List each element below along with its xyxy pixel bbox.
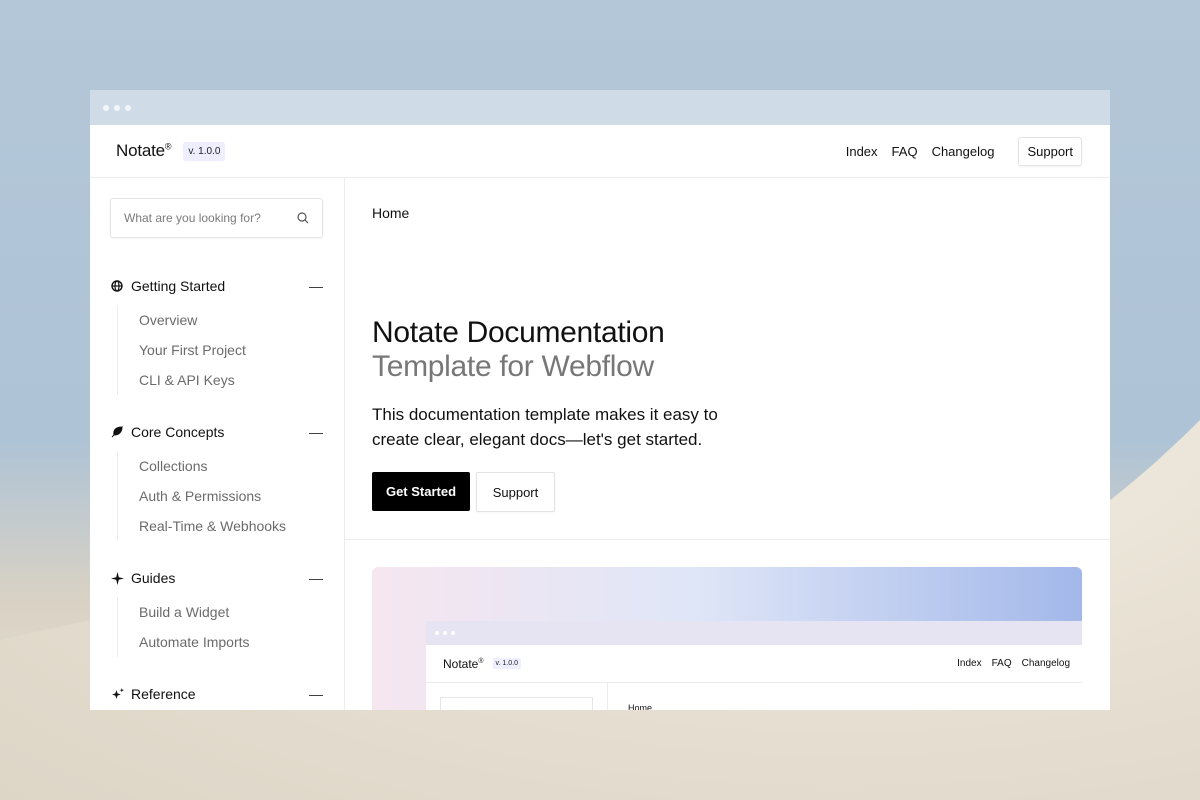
sidebar-item-overview[interactable]: Overview	[139, 305, 323, 335]
globe-icon	[110, 280, 124, 292]
nav-link-changelog[interactable]: Changelog	[932, 144, 995, 159]
preview-logo: Notate®	[443, 656, 484, 671]
sidebar-section-getting-started: Getting Started — Overview Your First Pr…	[110, 276, 323, 395]
preview-version-badge: v. 1.0.0	[492, 658, 521, 669]
sidebar-section-items: Overview Your First Project CLI & API Ke…	[117, 305, 323, 395]
sidebar-section-reference: Reference —	[110, 684, 323, 710]
preview-sidebar	[426, 683, 608, 710]
preview-search	[440, 697, 593, 710]
sparkle-icon	[110, 571, 124, 585]
sidebar-item-collections[interactable]: Collections	[139, 451, 323, 481]
search-placeholder: What are you looking for?	[124, 211, 261, 225]
sidebar-item-build-a-widget[interactable]: Build a Widget	[139, 597, 323, 627]
preview-body: Home	[426, 683, 1082, 710]
sidebar-section-title: Reference	[131, 686, 196, 702]
version-badge: v. 1.0.0	[183, 141, 226, 161]
sidebar-item-auth-permissions[interactable]: Auth & Permissions	[139, 481, 323, 511]
preview-link-faq: FAQ	[991, 658, 1012, 669]
preview-dot	[435, 631, 439, 635]
preview-dot	[443, 631, 447, 635]
get-started-button[interactable]: Get Started	[372, 472, 470, 511]
nav-links: Index FAQ Changelog Support	[846, 136, 1082, 166]
preview-window-bar	[426, 621, 1082, 645]
sidebar-section-items: Collections Auth & Permissions Real-Time…	[117, 451, 323, 541]
collapse-icon[interactable]: —	[309, 424, 323, 440]
window-dot-1	[103, 104, 109, 111]
nav-link-faq[interactable]: FAQ	[892, 144, 918, 159]
window-dot-3	[125, 104, 131, 111]
collapse-icon[interactable]: —	[309, 686, 323, 702]
window-dot-2	[114, 104, 120, 111]
sidebar-section-title: Guides	[131, 570, 176, 586]
browser-window: Notate® v. 1.0.0 Index FAQ Changelog Sup…	[90, 90, 1110, 710]
sidebar-section-title: Getting Started	[131, 278, 226, 294]
window-title-bar	[90, 90, 1110, 125]
support-button[interactable]: Support	[476, 472, 555, 512]
preview-breadcrumb: Home	[628, 703, 653, 710]
sparkles-icon	[110, 687, 124, 701]
breadcrumb[interactable]: Home	[372, 205, 409, 221]
top-navigation: Notate® v. 1.0.0 Index FAQ Changelog Sup…	[90, 125, 1110, 178]
sidebar-section-header[interactable]: Guides —	[110, 568, 323, 588]
preview-dot	[451, 631, 455, 635]
sidebar-section-title: Core Concepts	[131, 424, 225, 440]
main-content: Home Notate Documentation Template for W…	[345, 178, 1110, 710]
search-input[interactable]: What are you looking for?	[110, 198, 323, 238]
sidebar-item-automate-imports[interactable]: Automate Imports	[139, 627, 323, 657]
sidebar-section-header[interactable]: Core Concepts —	[110, 422, 323, 442]
sidebar-item-real-time-webhooks[interactable]: Real-Time & Webhooks	[139, 511, 323, 541]
sidebar: What are you looking for? Getting Starte…	[90, 178, 345, 710]
section-divider	[345, 539, 1110, 540]
collapse-icon[interactable]: —	[309, 570, 323, 586]
preview-window: Notate® v. 1.0.0 Index FAQ Changelog Hom…	[426, 621, 1082, 710]
nav-link-index[interactable]: Index	[846, 144, 878, 159]
sidebar-section-header[interactable]: Reference —	[110, 684, 323, 704]
sidebar-item-your-first-project[interactable]: Your First Project	[139, 335, 323, 365]
collapse-icon[interactable]: —	[309, 278, 323, 294]
page-title: Notate Documentation	[372, 316, 665, 349]
search-icon	[297, 212, 309, 224]
sidebar-section-header[interactable]: Getting Started —	[110, 276, 323, 296]
logo[interactable]: Notate®	[116, 141, 172, 161]
preview-link-index: Index	[957, 658, 982, 669]
preview-link-changelog: Changelog	[1021, 658, 1070, 669]
sidebar-section-guides: Guides — Build a Widget Automate Imports	[110, 568, 323, 657]
sidebar-section-items: Build a Widget Automate Imports	[117, 597, 323, 657]
nav-support-button[interactable]: Support	[1018, 136, 1082, 166]
preview-navigation: Notate® v. 1.0.0 Index FAQ Changelog	[426, 645, 1082, 683]
preview-image: Notate® v. 1.0.0 Index FAQ Changelog Hom…	[372, 567, 1082, 710]
preview-nav-links: Index FAQ Changelog	[957, 658, 1070, 669]
leaf-icon	[110, 426, 124, 438]
page-subtitle: Template for Webflow	[372, 350, 654, 383]
page-description: This documentation template makes it eas…	[372, 405, 718, 449]
sidebar-section-core-concepts: Core Concepts — Collections Auth & Permi…	[110, 422, 323, 541]
sidebar-item-cli-api-keys[interactable]: CLI & API Keys	[139, 365, 323, 395]
